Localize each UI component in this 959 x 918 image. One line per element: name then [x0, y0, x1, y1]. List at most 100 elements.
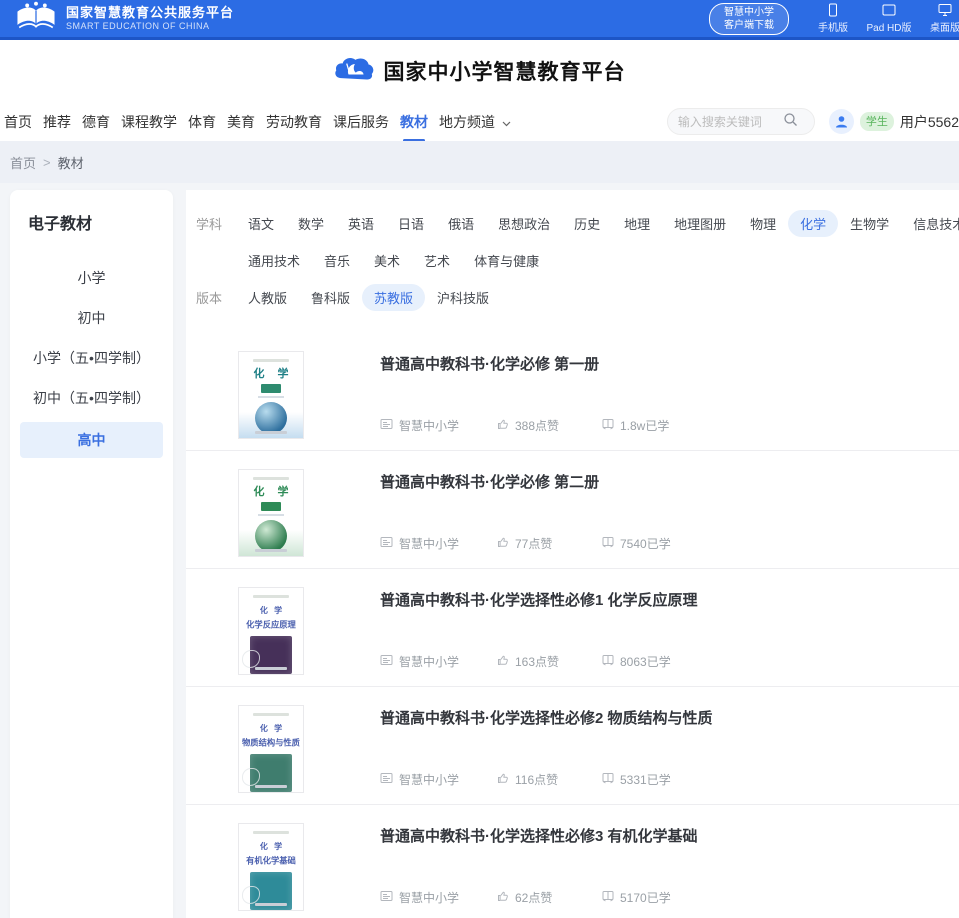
book-title[interactable]: 普通高中教科书·化学选择性必修2 物质结构与性质 [380, 707, 959, 728]
book-cover-4[interactable]: 化 学 物质结构与性质 [238, 705, 304, 793]
book-row-1[interactable]: 化 学 普通高中教科书·化学必修 第一册 智慧中小学 [186, 333, 959, 451]
book-row-2[interactable]: 化 学 普通高中教科书·化学必修 第二册 智慧中小学 [186, 451, 959, 569]
subject-physics[interactable]: 物理 [738, 210, 788, 237]
nav-item-recommend[interactable]: 推荐 [43, 108, 71, 136]
cover-subline [258, 514, 284, 516]
book-source: 智慧中小学 [380, 771, 497, 788]
version-luke[interactable]: 鲁科版 [299, 284, 362, 311]
nav-item-local-channels[interactable]: 地方频道 [439, 108, 511, 136]
subject-general-tech[interactable]: 通用技术 [236, 247, 312, 274]
book-source-label: 智慧中小学 [399, 771, 459, 788]
version-renjiao[interactable]: 人教版 [236, 284, 299, 311]
book-title[interactable]: 普通高中教科书·化学必修 第二册 [380, 471, 959, 492]
book-learned: 5170已学 [602, 889, 671, 906]
platform-logo[interactable]: 国家中小学智慧教育平台 [334, 54, 626, 89]
cover-title: 化 学 [239, 365, 303, 381]
breadcrumb-home-link[interactable]: 首页 [10, 153, 36, 172]
sidebar-item-primary-54[interactable]: 小学（五•四学制） [20, 338, 163, 378]
subject-russian[interactable]: 俄语 [436, 210, 486, 237]
subject-biology[interactable]: 生物学 [838, 210, 901, 237]
book-likes-label: 62点赞 [515, 889, 552, 906]
subject-history[interactable]: 历史 [562, 210, 612, 237]
book-cover-3[interactable]: 化 学 化学反应原理 [238, 587, 304, 675]
nav-item-textbooks[interactable]: 教材 [400, 108, 428, 136]
subject-politics[interactable]: 思想政治 [486, 210, 562, 237]
cover-subject-small: 化 学 [239, 605, 303, 616]
book-learned: 7540已学 [602, 535, 671, 552]
client-download-button[interactable]: 智慧中小学 客户端下载 [709, 3, 789, 35]
nav-item-arts-edu[interactable]: 美育 [227, 108, 255, 136]
subject-fine-arts[interactable]: 美术 [362, 247, 412, 274]
sidebar-item-junior-54[interactable]: 初中（五•四学制） [20, 378, 163, 418]
sidebar-list: 小学 初中 小学（五•四学制） 初中（五•四学制） 高中 [10, 258, 173, 458]
book-learned: 8063已学 [602, 653, 671, 670]
sidebar-item-primary[interactable]: 小学 [20, 258, 163, 298]
book-title[interactable]: 普通高中教科书·化学选择性必修1 化学反应原理 [380, 589, 959, 610]
book-likes: 62点赞 [497, 889, 602, 906]
gov-logo[interactable]: 国家智慧教育公共服务平台 SMART EDUCATION OF CHINA [14, 0, 234, 37]
subject-chinese[interactable]: 语文 [236, 210, 286, 237]
book-row-5[interactable]: 化 学 有机化学基础 普通高中教科书·化学选择性必修3 有机化学基础 智慧中小学 [186, 805, 959, 918]
nav-item-course-teaching[interactable]: 课程教学 [121, 108, 177, 136]
subject-english[interactable]: 英语 [336, 210, 386, 237]
search-icon[interactable] [783, 112, 798, 132]
subject-math[interactable]: 数学 [286, 210, 336, 237]
nav-item-home[interactable]: 首页 [4, 108, 32, 136]
learned-book-icon [602, 772, 620, 787]
book-source-label: 智慧中小学 [399, 417, 459, 434]
cover-publisher-line [255, 431, 287, 434]
subject-pe-health[interactable]: 体育与健康 [462, 247, 551, 274]
subject-chemistry[interactable]: 化学 [788, 210, 838, 237]
subject-geo-atlas[interactable]: 地理图册 [662, 210, 738, 237]
cloud-logo-icon [334, 54, 374, 89]
nav-item-moral-edu[interactable]: 德育 [82, 108, 110, 136]
book-meta: 智慧中小学 116点赞 5331已学 [380, 771, 959, 788]
book-list: 化 学 普通高中教科书·化学必修 第一册 智慧中小学 [186, 333, 959, 918]
subject-it[interactable]: 信息技术 [901, 210, 959, 237]
publisher-card-icon [380, 536, 399, 551]
book-cover-5[interactable]: 化 学 有机化学基础 [238, 823, 304, 911]
subject-music[interactable]: 音乐 [312, 247, 362, 274]
book-cover-1[interactable]: 化 学 [238, 351, 304, 439]
search-box[interactable] [667, 108, 815, 135]
nav-item-labor-edu[interactable]: 劳动教育 [266, 108, 322, 136]
gov-logo-text: 国家智慧教育公共服务平台 SMART EDUCATION OF CHINA [66, 6, 234, 31]
search-input[interactable] [678, 115, 783, 129]
mobile-version-link[interactable]: 手机版 [805, 3, 861, 34]
cover-sphere-art [255, 402, 287, 434]
cover-series-line [253, 595, 288, 598]
subject-arts[interactable]: 艺术 [412, 247, 462, 274]
version-sujiao[interactable]: 苏教版 [362, 284, 425, 311]
pad-hd-version-link[interactable]: Pad HD版 [861, 3, 917, 34]
open-book-logo-icon [14, 1, 58, 36]
subject-geography[interactable]: 地理 [612, 210, 662, 237]
book-source: 智慧中小学 [380, 889, 497, 906]
book-cover-2[interactable]: 化 学 [238, 469, 304, 557]
book-source-label: 智慧中小学 [399, 535, 459, 552]
subject-japanese[interactable]: 日语 [386, 210, 436, 237]
cover-publisher-line [255, 549, 287, 552]
user-avatar[interactable] [829, 109, 854, 134]
nav-item-pe[interactable]: 体育 [188, 108, 216, 136]
device-links: 手机版 Pad HD版 桌面版 [805, 3, 959, 34]
sidebar-item-senior[interactable]: 高中 [20, 422, 163, 458]
book-likes-label: 163点赞 [515, 653, 559, 670]
book-title[interactable]: 普通高中教科书·化学必修 第一册 [380, 353, 959, 374]
client-download-line2: 客户端下载 [724, 19, 774, 32]
cover-badge [261, 384, 281, 393]
book-row-3[interactable]: 化 学 化学反应原理 普通高中教科书·化学选择性必修1 化学反应原理 智慧中小学 [186, 569, 959, 687]
version-hukeji[interactable]: 沪科技版 [425, 284, 501, 311]
desktop-version-link[interactable]: 桌面版 [917, 3, 959, 34]
student-role-badge: 学生 [860, 112, 894, 131]
thumbs-up-icon [497, 536, 515, 551]
sidebar-item-junior[interactable]: 初中 [20, 298, 163, 338]
book-info: 普通高中教科书·化学选择性必修3 有机化学基础 智慧中小学 62点赞 [380, 805, 959, 918]
topbar-right: 智慧中小学 客户端下载 手机版 Pad HD版 [709, 3, 959, 35]
user-name[interactable]: 用户5562 [900, 112, 959, 132]
book-meta: 智慧中小学 62点赞 5170已学 [380, 889, 959, 906]
thumbs-up-icon [497, 654, 515, 669]
nav-item-after-school[interactable]: 课后服务 [333, 108, 389, 136]
book-row-4[interactable]: 化 学 物质结构与性质 普通高中教科书·化学选择性必修2 物质结构与性质 智慧中… [186, 687, 959, 805]
book-title[interactable]: 普通高中教科书·化学选择性必修3 有机化学基础 [380, 825, 959, 846]
gov-logo-title: 国家智慧教育公共服务平台 [66, 6, 234, 21]
